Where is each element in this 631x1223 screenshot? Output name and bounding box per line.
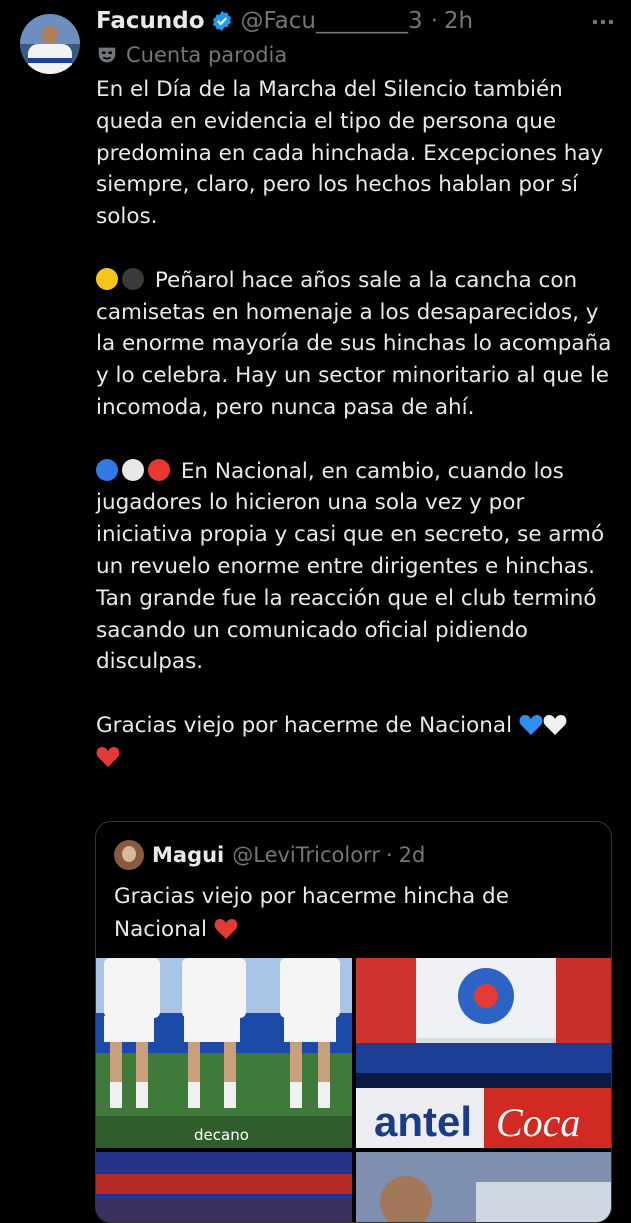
author-avatar[interactable] [20,14,80,74]
black-circle-emoji [122,267,144,290]
cocacola-sign: Coca [496,1100,580,1145]
tweet-time[interactable]: 2h [444,8,473,34]
media-image-crowd-banner[interactable] [96,1152,352,1222]
nacional-text: En Nacional, en cambio, cuando los jugad… [96,458,605,675]
author-name[interactable]: Facundo [96,8,205,34]
media-image-player-portrait[interactable] [356,1152,611,1222]
parody-label-text: Cuenta parodia [126,43,288,67]
quoted-tweet[interactable]: Magui @LeviTricolorr · 2d Gracias viejo … [95,821,612,1223]
verified-badge-icon[interactable] [211,10,233,32]
crowd-illustration [96,1152,352,1222]
media-watermark: decano [194,1126,249,1144]
white-circle-emoji [122,458,144,481]
stadium-illustration: antel Coca [356,958,611,1148]
avatar-head [42,26,58,44]
tweet-paragraph-3: En Nacional, en cambio, cuando los jugad… [96,456,616,679]
tweet-paragraph-2: Peñarol hace años sale a la cancha con c… [96,265,616,424]
red-circle-emoji [148,458,170,481]
quoted-author-handle[interactable]: @LeviTricolorr [232,843,380,867]
more-options-icon[interactable] [590,10,616,34]
quoted-time-separator: · [385,843,393,867]
players-illustration [96,958,352,1148]
tweet-paragraph-4: Gracias viejo por hacerme de Nacional [96,710,616,774]
quoted-tweet-text: Gracias viejo por hacerme hincha de Naci… [114,880,594,946]
closing-text: Gracias viejo por hacerme de Nacional [96,712,513,738]
quoted-media-grid: decano antel Coca [96,958,611,1222]
blue-circle-emoji [96,458,118,481]
antel-sign: antel [374,1098,472,1145]
author-handle[interactable]: @Facu________3 [241,8,423,34]
penarol-text: Peñarol hace años sale a la cancha con c… [96,267,612,420]
media-image-players-line[interactable]: decano [96,958,352,1148]
avatar-stripe [28,58,72,63]
blue-heart-icon [519,714,543,735]
quoted-author-name[interactable]: Magui [152,843,224,867]
red-heart-icon [96,746,120,767]
tweet-header: Facundo @Facu________3 · 2h [96,6,631,36]
yellow-circle-emoji [96,267,118,290]
quoted-author-avatar[interactable] [114,840,144,870]
portrait-illustration [356,1152,611,1222]
quoted-text-content: Gracias viejo por hacerme hincha de Naci… [114,884,509,942]
time-separator: · [430,8,438,34]
quoted-tweet-header: Magui @LeviTricolorr · 2d [114,840,425,870]
tweet-paragraph-1: En el Día de la Marcha del Silencio tamb… [96,77,604,230]
quoted-red-heart-icon [214,919,238,939]
tweet-body: En el Día de la Marcha del Silencio tamb… [96,74,616,774]
parody-account-label: Cuenta parodia [96,42,287,68]
parody-mask-icon [98,47,116,63]
media-image-stadium-banners[interactable]: antel Coca [356,958,611,1148]
quoted-time[interactable]: 2d [399,843,426,867]
white-heart-icon [543,714,567,735]
